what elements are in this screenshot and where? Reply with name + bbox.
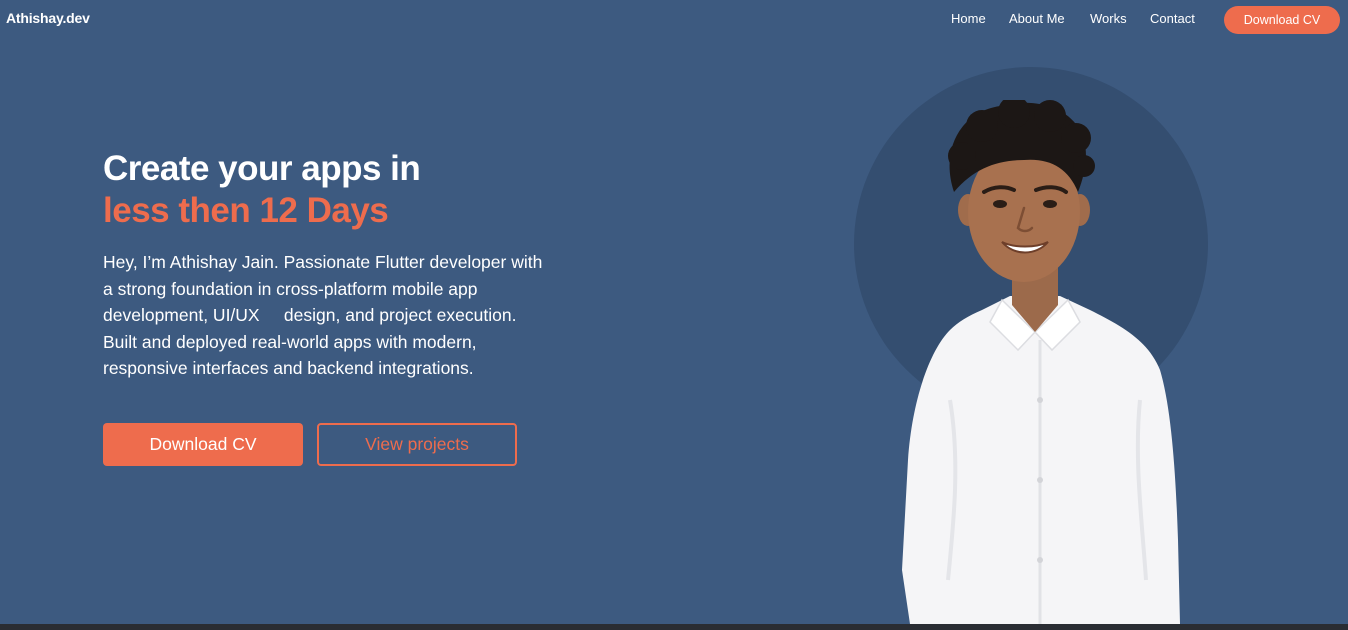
page: Athishay.dev Home About Me Works Contact… <box>0 0 1348 630</box>
nav-link-contact[interactable]: Contact <box>1150 11 1195 26</box>
hero-intro-text: Hey, I’m Athishay Jain. Passionate Flutt… <box>103 252 548 379</box>
nav-link-works[interactable]: Works <box>1090 11 1127 26</box>
nav-download-cv-button[interactable]: Download CV <box>1224 6 1340 34</box>
nav-link-home[interactable]: Home <box>951 11 986 26</box>
nav-link-about-me[interactable]: About Me <box>1009 11 1065 26</box>
view-projects-button[interactable]: View projects <box>317 423 517 466</box>
hero-headline: Create your apps in less then 12 Days <box>103 148 421 232</box>
site-logo[interactable]: Athishay.dev <box>6 10 90 26</box>
person-portrait-icon <box>902 100 1180 624</box>
hero-headline-accent: less then 12 Days <box>103 191 389 230</box>
bottom-bar <box>0 624 1348 630</box>
hero-headline-line1: Create your apps in <box>103 149 421 188</box>
download-cv-button[interactable]: Download CV <box>103 423 303 466</box>
navbar: Athishay.dev Home About Me Works Contact… <box>0 0 1348 40</box>
